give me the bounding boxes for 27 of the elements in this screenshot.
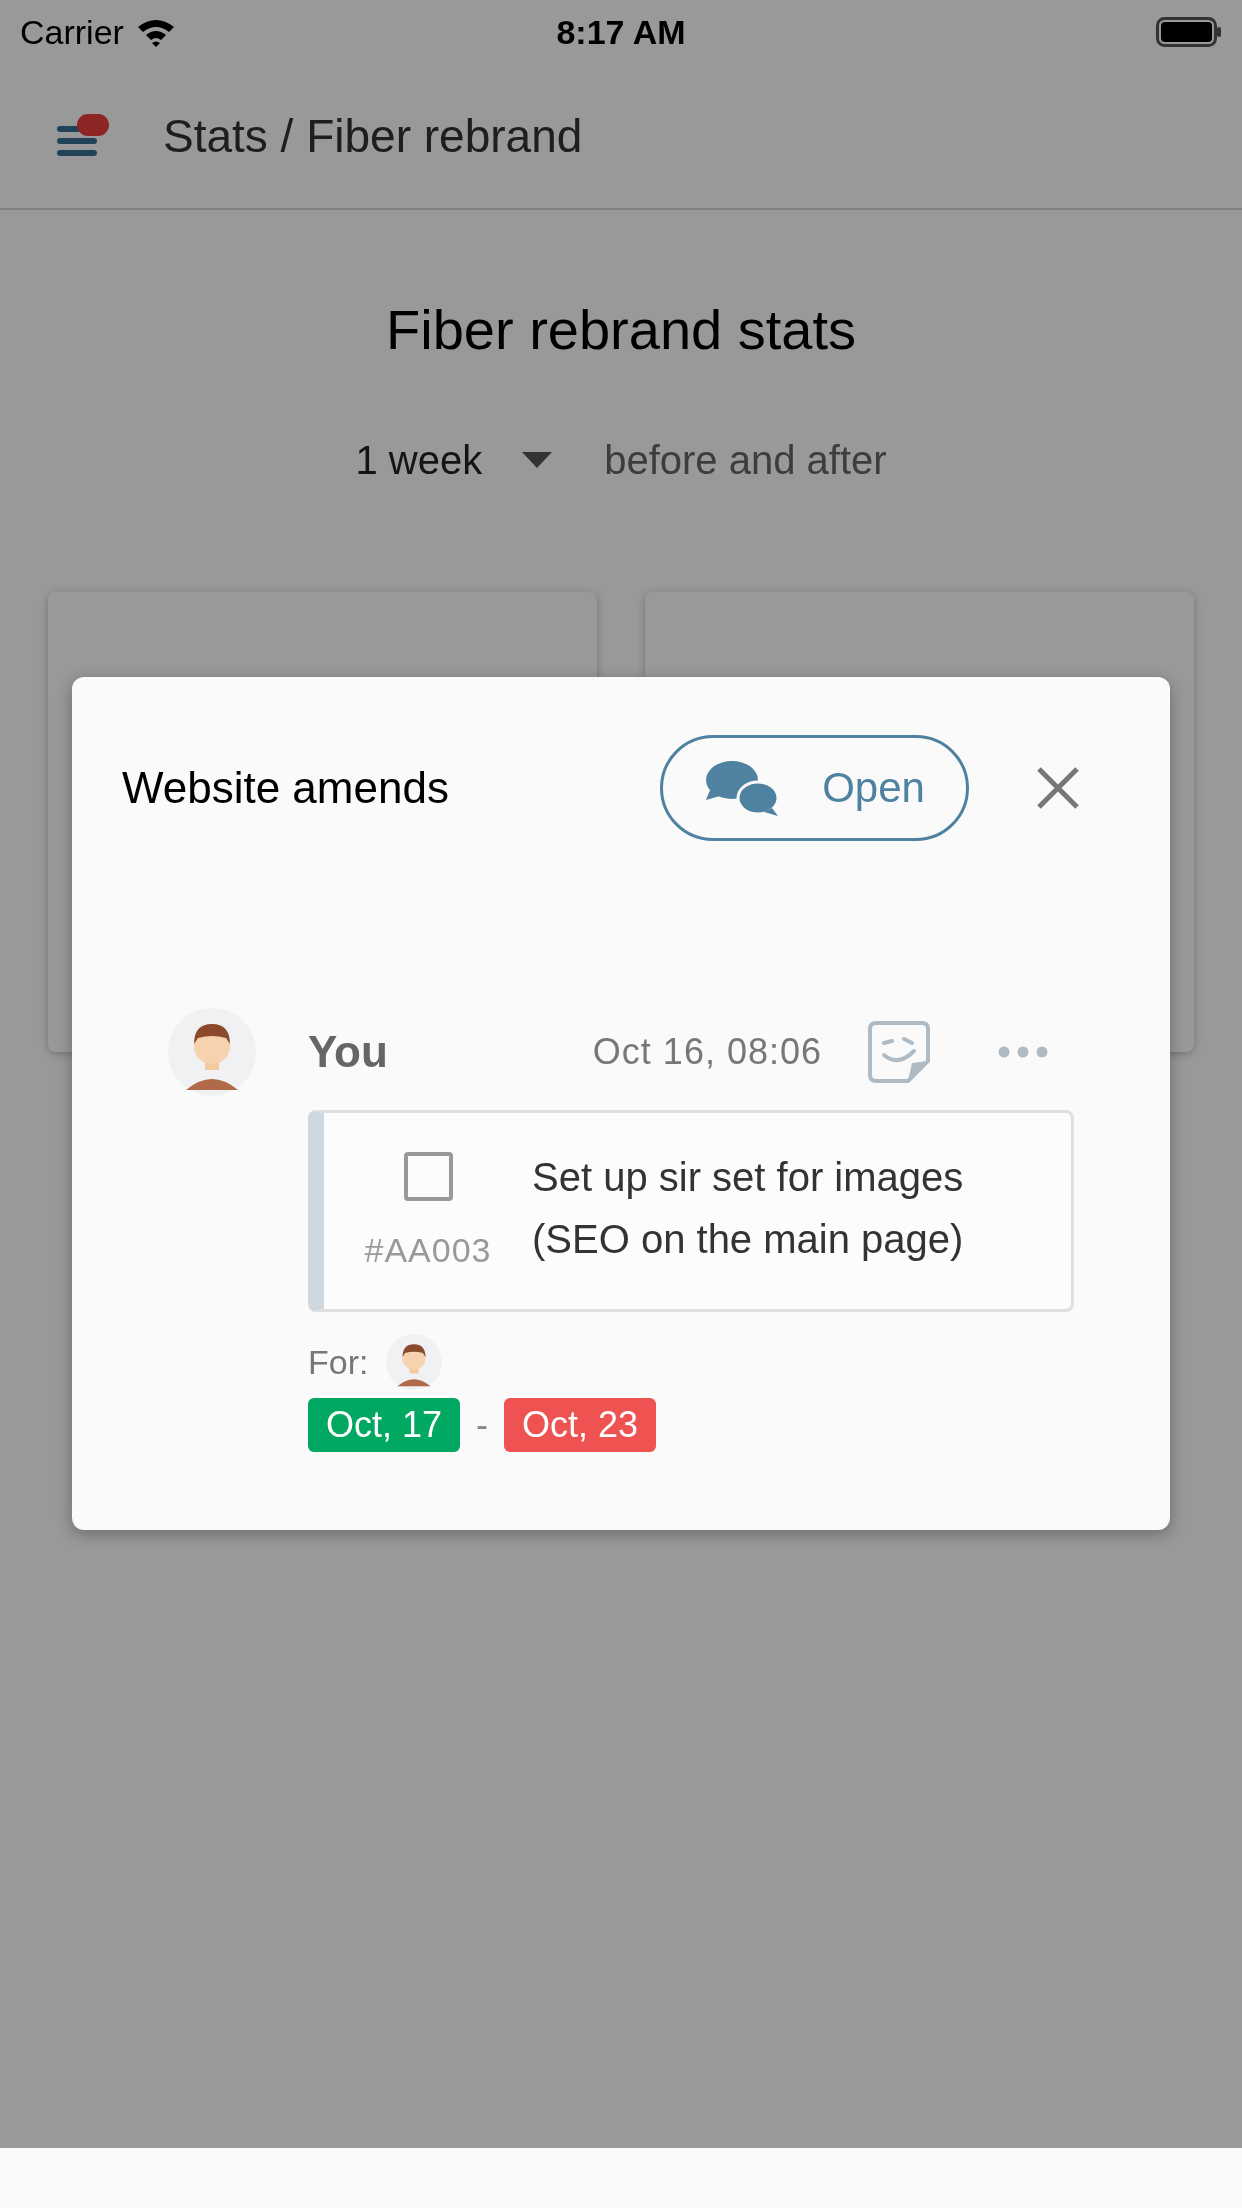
more-icon: [998, 1046, 1048, 1058]
avatar-icon: [168, 1008, 256, 1096]
start-date: Oct, 17: [308, 1398, 461, 1452]
due-date: Oct, 23: [504, 1398, 657, 1452]
task-checkbox[interactable]: [403, 1152, 453, 1201]
open-button[interactable]: Open: [660, 735, 969, 841]
period-dropdown[interactable]: 1 week: [355, 437, 553, 483]
carrier-label: Carrier: [20, 12, 124, 52]
comment-time: Oct 16, 08:06: [592, 1031, 822, 1073]
avatar-icon: [386, 1334, 443, 1390]
modal-title: Website amends: [122, 763, 449, 813]
date-separator: -: [476, 1404, 489, 1446]
clock-time: 8:17 AM: [556, 12, 686, 52]
battery-icon: [1156, 17, 1222, 47]
close-icon: [1036, 766, 1080, 810]
caret-icon: [522, 452, 553, 468]
assignee-label: For:: [308, 1342, 369, 1382]
task-code: #AA003: [364, 1231, 492, 1270]
breadcrumb-title: Stats / Fiber rebrand: [163, 109, 583, 163]
sticker-icon: [868, 1021, 930, 1083]
page-title: Fiber rebrand stats: [386, 297, 856, 363]
menu-icon: [55, 114, 111, 158]
author-name: You: [308, 1027, 388, 1077]
chat-bubbles-icon: [704, 758, 781, 818]
period-caption: before and after: [604, 437, 887, 483]
task-text: Set up sir set for images (SEO on the main page): [532, 1154, 965, 1263]
close-button[interactable]: [1036, 766, 1080, 810]
